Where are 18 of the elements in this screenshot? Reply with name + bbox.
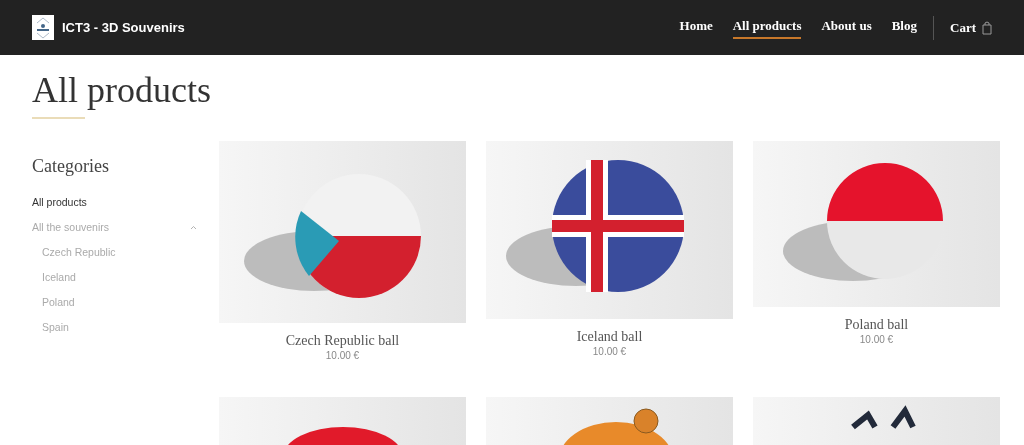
- product-price: 10.00 €: [592, 345, 627, 358]
- cart-link[interactable]: Cart: [950, 17, 976, 38]
- product-name[interactable]: Czech Republic ball: [285, 332, 400, 350]
- chevron-icon[interactable]: [190, 225, 197, 230]
- page-title: All products: [32, 72, 211, 108]
- category-link[interactable]: All products: [32, 194, 87, 211]
- sidebar-title: Categories: [32, 155, 109, 178]
- product-price: 10.00 €: [859, 333, 894, 346]
- product-price: 10.00 €: [325, 349, 360, 362]
- product-name[interactable]: Iceland ball: [576, 328, 643, 346]
- nav-link[interactable]: All products: [732, 15, 802, 40]
- product-name[interactable]: Poland ball: [844, 316, 909, 334]
- nav-link[interactable]: About us: [821, 15, 872, 40]
- nav-link[interactable]: Home: [679, 15, 713, 40]
- nav-link[interactable]: Blog: [891, 15, 917, 40]
- site-title[interactable]: ICT3 - 3D Souvenirs: [62, 17, 185, 38]
- logo-icon[interactable]: [32, 15, 54, 40]
- shopping-bag-icon[interactable]: [982, 20, 992, 35]
